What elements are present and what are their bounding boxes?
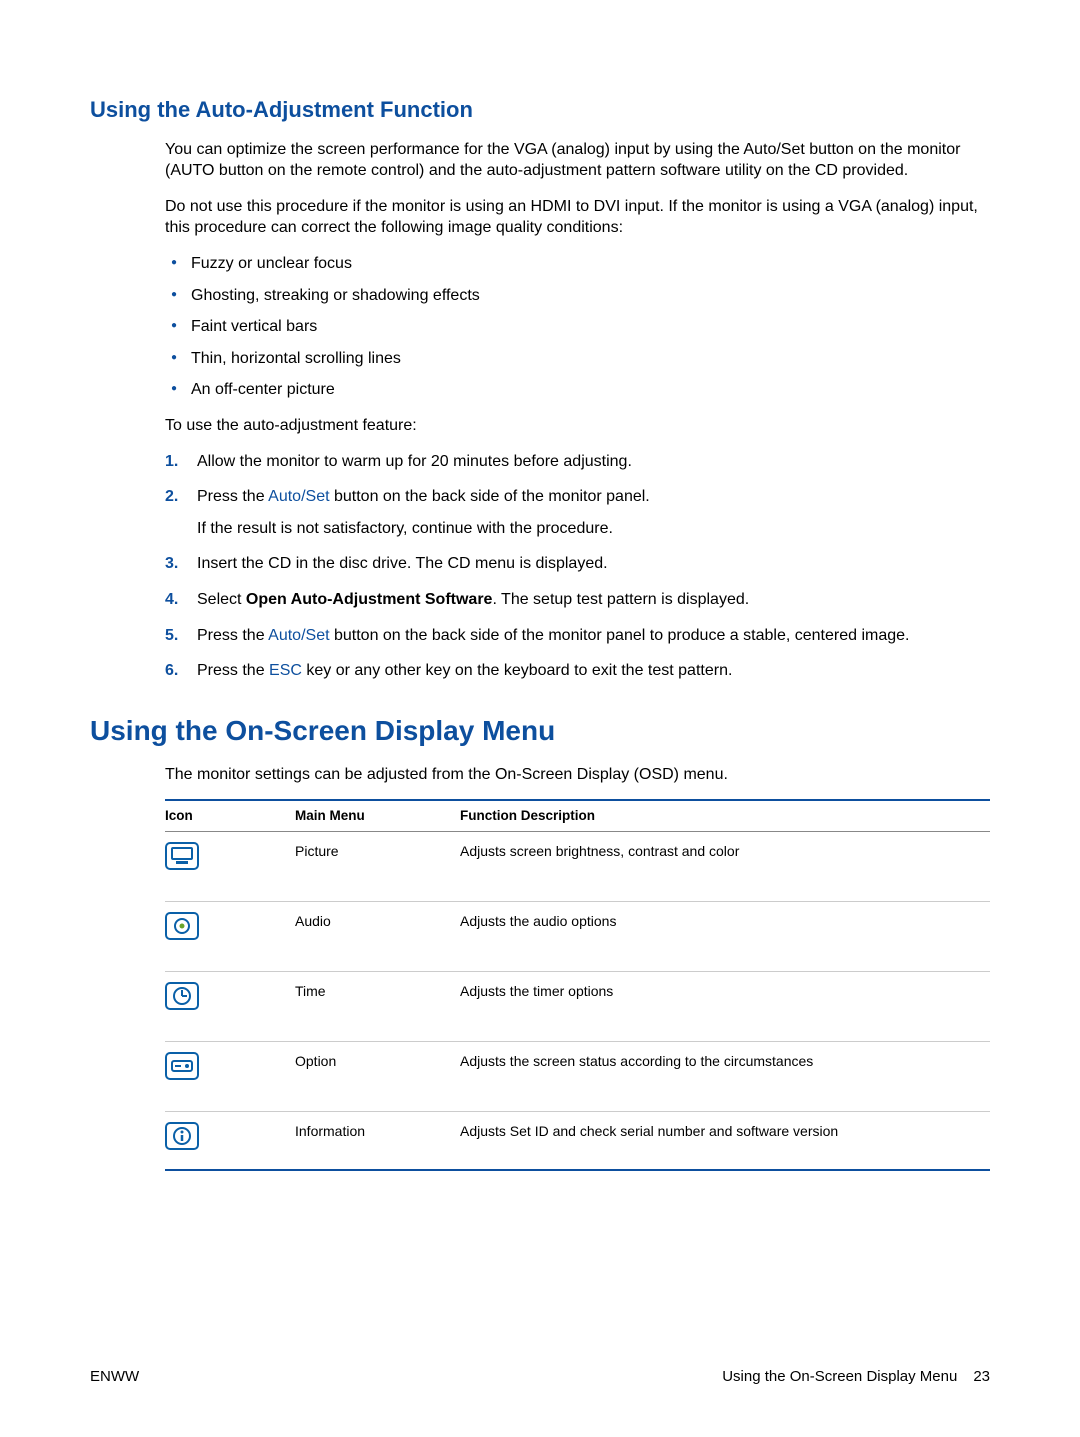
- table-row: Time Adjusts the timer options: [165, 972, 990, 1042]
- footer-right: Using the On-Screen Display Menu 23: [722, 1367, 990, 1387]
- step-item: Insert the CD in the disc drive. The CD …: [165, 553, 990, 575]
- paragraph: Do not use this procedure if the monitor…: [165, 196, 990, 239]
- page-footer: ENWW Using the On-Screen Display Menu 23: [90, 1367, 990, 1387]
- cell-menu: Picture: [295, 842, 460, 875]
- cell-menu: Time: [295, 982, 460, 1015]
- cell-icon: [165, 912, 295, 945]
- list-item: Fuzzy or unclear focus: [165, 253, 990, 275]
- text: Press the: [197, 662, 269, 679]
- esc-label: ESC: [269, 662, 302, 679]
- picture-icon: [165, 842, 199, 870]
- auto-set-label: Auto/Set: [268, 627, 329, 644]
- step-item: Press the ESC key or any other key on th…: [165, 660, 990, 682]
- heading-auto-adjust: Using the Auto-Adjustment Function: [90, 95, 990, 125]
- text: Select: [197, 591, 246, 608]
- numbered-steps: Allow the monitor to warm up for 20 minu…: [165, 451, 990, 682]
- step-item: Select Open Auto-Adjustment Software. Th…: [165, 589, 990, 611]
- osd-table: Icon Main Menu Function Description Pict…: [165, 799, 990, 1171]
- time-icon: [165, 982, 199, 1010]
- cell-desc: Adjusts screen brightness, contrast and …: [460, 842, 990, 875]
- list-item: An off-center picture: [165, 379, 990, 401]
- list-item: Ghosting, streaking or shadowing effects: [165, 285, 990, 307]
- cell-icon: [165, 982, 295, 1015]
- bold-text: Open Auto-Adjustment Software: [246, 591, 493, 608]
- table-row: Picture Adjusts screen brightness, contr…: [165, 832, 990, 902]
- text: button on the back side of the monitor p…: [330, 627, 910, 644]
- cell-desc: Adjusts the screen status according to t…: [460, 1052, 990, 1085]
- text: Press the: [197, 627, 268, 644]
- step-item: Press the Auto/Set button on the back si…: [165, 625, 990, 647]
- paragraph: You can optimize the screen performance …: [165, 139, 990, 182]
- col-header-icon: Icon: [165, 807, 295, 825]
- col-header-menu: Main Menu: [295, 807, 460, 825]
- list-item: Thin, horizontal scrolling lines: [165, 348, 990, 370]
- footer-left: ENWW: [90, 1367, 139, 1387]
- footer-title: Using the On-Screen Display Menu: [722, 1368, 957, 1385]
- auto-set-label: Auto/Set: [268, 488, 329, 505]
- bullet-list: Fuzzy or unclear focus Ghosting, streaki…: [165, 253, 990, 401]
- audio-icon: [165, 912, 199, 940]
- text: button on the back side of the monitor p…: [330, 488, 650, 505]
- cell-icon: [165, 1122, 295, 1155]
- step-item: Press the Auto/Set button on the back si…: [165, 486, 990, 539]
- cell-desc: Adjusts Set ID and check serial number a…: [460, 1122, 990, 1155]
- cell-desc: Adjusts the timer options: [460, 982, 990, 1015]
- step-sub: If the result is not satisfactory, conti…: [197, 518, 990, 540]
- cell-desc: Adjusts the audio options: [460, 912, 990, 945]
- cell-menu: Information: [295, 1122, 460, 1155]
- option-icon: [165, 1052, 199, 1080]
- cell-menu: Option: [295, 1052, 460, 1085]
- table-header-row: Icon Main Menu Function Description: [165, 801, 990, 832]
- table-row: Audio Adjusts the audio options: [165, 902, 990, 972]
- text: Press the: [197, 488, 268, 505]
- step-item: Allow the monitor to warm up for 20 minu…: [165, 451, 990, 473]
- table-row: Option Adjusts the screen status accordi…: [165, 1042, 990, 1112]
- information-icon: [165, 1122, 199, 1150]
- text: . The setup test pattern is displayed.: [492, 591, 749, 608]
- paragraph: To use the auto-adjustment feature:: [165, 415, 990, 437]
- text: key or any other key on the keyboard to …: [302, 662, 732, 679]
- col-header-desc: Function Description: [460, 807, 990, 825]
- paragraph: The monitor settings can be adjusted fro…: [165, 764, 990, 786]
- table-row: Information Adjusts Set ID and check ser…: [165, 1112, 990, 1169]
- cell-menu: Audio: [295, 912, 460, 945]
- cell-icon: [165, 1052, 295, 1085]
- list-item: Faint vertical bars: [165, 316, 990, 338]
- page-number: 23: [973, 1368, 990, 1385]
- cell-icon: [165, 842, 295, 875]
- heading-osd-menu: Using the On-Screen Display Menu: [90, 712, 990, 750]
